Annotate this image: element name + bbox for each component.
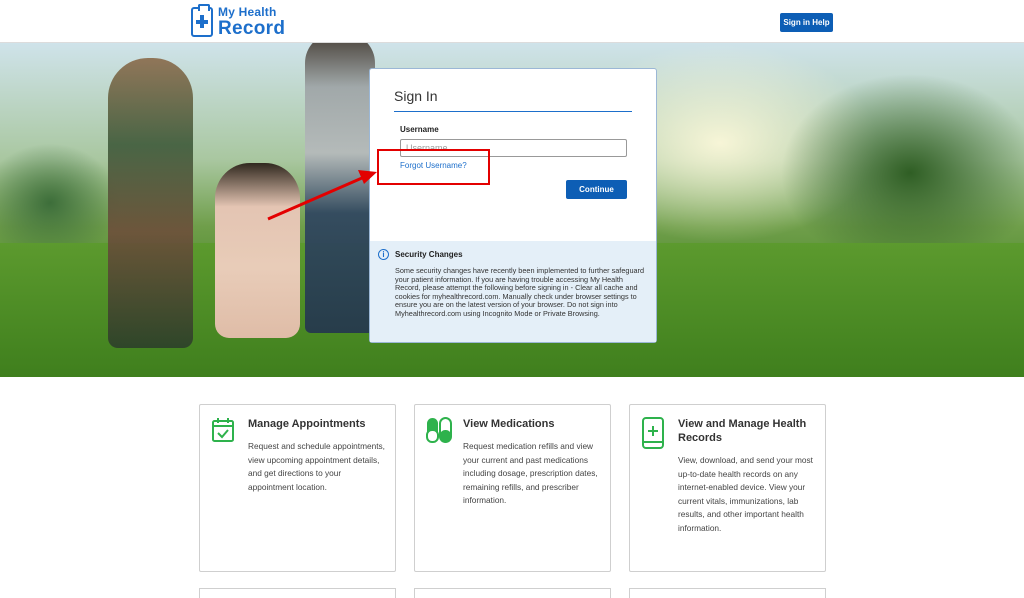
logo-line2: Record: [218, 18, 286, 39]
logo-text: My Health Record: [218, 6, 285, 38]
mobile-health-icon: [642, 417, 664, 449]
feature-description: View, download, and send your most up-to…: [678, 455, 813, 533]
sign-in-help-button[interactable]: Sign in Help: [780, 13, 833, 32]
hero-child: [215, 163, 300, 338]
security-notice-title: Security Changes: [395, 250, 463, 259]
pill-capsule-icon: [426, 417, 452, 443]
logo[interactable]: My Health Record: [191, 4, 285, 39]
hero-woman: [108, 58, 193, 348]
feature-card-medications[interactable]: View Medications Request medication refi…: [414, 404, 611, 572]
clipboard-plus-icon: [191, 4, 213, 37]
hero-man: [305, 43, 375, 333]
site-header: My Health Record Sign in Help: [0, 0, 1024, 43]
highlight-box: [377, 149, 490, 185]
security-notice: i Security Changes Some security changes…: [370, 241, 656, 342]
feature-card-health-records[interactable]: View and Manage Health Records View, dow…: [629, 404, 826, 572]
username-label: Username: [400, 125, 439, 134]
sign-in-card: Sign In Username Forgot Username? Contin…: [369, 68, 657, 343]
security-notice-body: Some security changes have recently been…: [395, 266, 645, 318]
feature-card-partial: [414, 588, 611, 598]
info-icon: i: [378, 249, 389, 260]
feature-title: View Medications: [463, 418, 555, 430]
feature-description: Request medication refills and view your…: [463, 441, 598, 506]
logo-line1: My Health: [218, 5, 277, 19]
feature-card-partial: [629, 588, 826, 598]
sign-in-title: Sign In: [394, 88, 632, 112]
feature-description: Request and schedule appointments, view …: [248, 441, 385, 492]
continue-button[interactable]: Continue: [566, 180, 627, 199]
feature-title: Manage Appointments: [248, 418, 366, 430]
feature-card-partial: [199, 588, 396, 598]
feature-card-appointments[interactable]: Manage Appointments Request and schedule…: [199, 404, 396, 572]
calendar-check-icon: [212, 418, 234, 442]
feature-title: View and Manage Health Records: [678, 418, 807, 444]
